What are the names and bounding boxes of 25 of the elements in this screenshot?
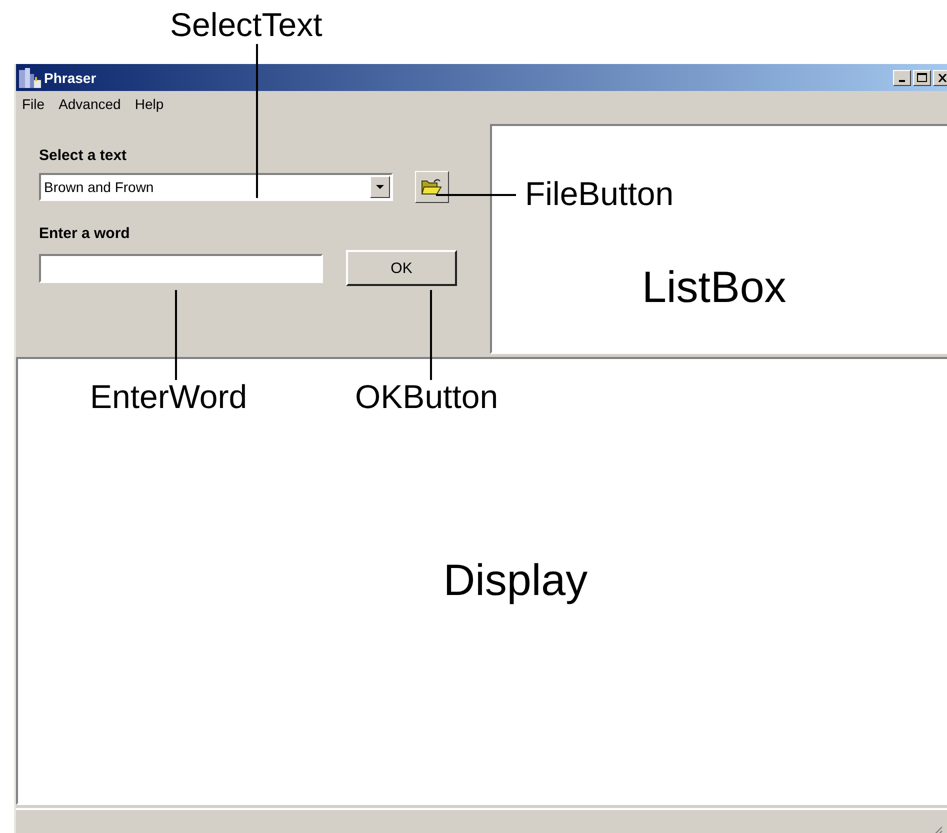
maximize-button[interactable] (913, 70, 931, 86)
minimize-icon (899, 80, 905, 82)
menu-item[interactable]: Advanced (58, 96, 121, 112)
field-label: Enter a word (39, 225, 131, 244)
word-input-field[interactable] (39, 254, 323, 282)
callout-label: OKButton (355, 378, 498, 416)
minimize-button[interactable] (893, 70, 911, 86)
close-button[interactable] (933, 70, 947, 86)
list-box-caption: ListBox (642, 263, 786, 313)
menu-item[interactable]: File (22, 96, 45, 112)
caret-icon (376, 184, 384, 190)
open-folder-button[interactable] (415, 171, 449, 203)
window-title: Phraser (44, 70, 96, 86)
callout-label: SelectText (170, 6, 322, 44)
maximize-icon (917, 73, 927, 82)
buildings-icon (18, 68, 42, 88)
ok-button[interactable]: OK (346, 250, 457, 286)
display-caption: Display (443, 556, 588, 606)
field-label: Select a text (39, 147, 128, 166)
text-dropdown[interactable]: Brown and Frown (39, 173, 393, 201)
menu-item[interactable]: Help (134, 96, 164, 112)
callout-label: FileButton (525, 175, 674, 213)
folder-icon (421, 178, 443, 196)
close-icon (938, 74, 946, 82)
callout-label: EnterWord (90, 378, 248, 416)
